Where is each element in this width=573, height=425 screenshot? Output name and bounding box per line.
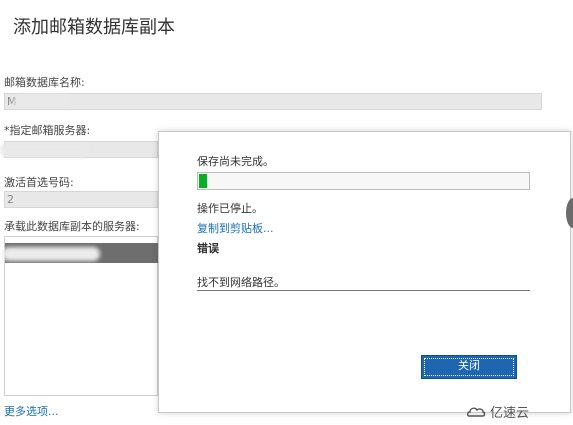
- scroll-handle[interactable]: [566, 198, 573, 228]
- copy-to-clipboard-link[interactable]: 复制到剪贴板...: [197, 220, 274, 236]
- activation-field[interactable]: 2: [4, 191, 158, 208]
- hosting-servers-label: 承载此数据库副本的服务器:: [4, 220, 140, 233]
- error-underline: [197, 290, 530, 291]
- redacted-server-entry: [2, 247, 100, 261]
- db-name-label: 邮箱数据库名称:: [4, 76, 85, 89]
- watermark: 亿速云: [466, 402, 529, 421]
- redacted-server: [0, 143, 90, 157]
- server-label: *指定邮箱服务器:: [4, 124, 91, 137]
- error-dialog: 保存尚未完成。 操作已停止。 复制到剪贴板... 错误 找不到网络路径。 关闭: [158, 131, 571, 413]
- operation-stopped-text: 操作已停止。: [197, 202, 263, 215]
- more-options-link[interactable]: 更多选项...: [4, 403, 59, 419]
- progress-fill: [199, 174, 207, 188]
- progress-bar: [197, 172, 530, 190]
- redacted-db-name: [14, 94, 70, 108]
- error-heading: 错误: [197, 242, 219, 255]
- watermark-text: 亿速云: [490, 406, 530, 421]
- cloud-logo-icon: [466, 407, 486, 417]
- activation-label: 激活首选号码:: [4, 176, 74, 189]
- error-message: 找不到网络路径。: [197, 276, 285, 289]
- activation-value: 2: [7, 193, 14, 206]
- save-status-text: 保存尚未完成。: [197, 155, 274, 168]
- page-title: 添加邮箱数据库副本: [13, 17, 175, 38]
- close-button[interactable]: 关闭: [421, 355, 517, 379]
- db-name-field[interactable]: M: [4, 93, 542, 110]
